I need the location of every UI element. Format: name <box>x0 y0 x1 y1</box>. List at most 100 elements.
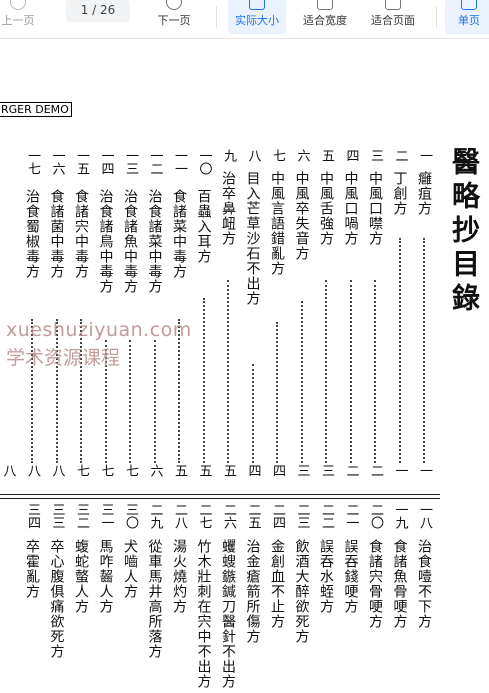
toc-entry-number: 三 <box>368 149 383 162</box>
toc-page-number: 八 <box>49 464 65 477</box>
page-indicator[interactable]: 1 / 26 <box>66 0 130 38</box>
fit-width-button[interactable]: 适合宽度 <box>296 0 354 38</box>
toc-entry-number: 二六 <box>221 503 236 529</box>
toc-entry-title: 中風口喎方 <box>342 171 359 246</box>
single-page-button[interactable]: 单页 <box>445 0 489 38</box>
toc-page-number: 一 <box>392 464 408 477</box>
toc-entry-title: 食諸魚骨哽方 <box>391 539 408 629</box>
single-page-label: 单页 <box>458 14 480 27</box>
actual-size-icon <box>249 0 265 10</box>
chevron-right-icon <box>166 0 182 10</box>
toc-entry-number: 二五 <box>245 503 261 529</box>
viewer-toolbar: 上一页 1 / 26 下一页 实际大小 适合宽度 适合页面 单页 <box>0 0 489 39</box>
fit-page-button[interactable]: 适合页面 <box>364 0 422 38</box>
toc-entry-title: 蠼螋鏃鍼刀醫針不出方 <box>220 539 236 689</box>
toc-entry-number: 二八 <box>172 503 187 529</box>
toc-entry-number: 一八 <box>417 503 432 529</box>
prev-page-button[interactable]: 上一页 <box>0 0 38 38</box>
toc-entry-title: 湯火燒灼方 <box>171 539 187 614</box>
toc-entry-title: 治食諸魚中毒方 <box>122 189 138 294</box>
toc-page-number: 三 <box>294 464 310 477</box>
page-total: 26 <box>100 3 116 17</box>
toc-entry-number: 一四 <box>98 149 114 175</box>
toc-entry-title: 治食諸菜中毒方 <box>146 189 163 294</box>
page-indicator-text: 1 / 26 <box>66 4 130 17</box>
toolbar-divider-2 <box>436 6 437 28</box>
toc-entry-number: 五 <box>319 149 334 162</box>
toc-page-number: 二 <box>343 464 359 477</box>
toc-entry-title: 卒心腹俱痛欲死方 <box>48 539 65 659</box>
watermark-text: 学术资源课程 <box>6 347 121 369</box>
toc-entry-title: 飲酒大醉欲死方 <box>293 539 310 644</box>
toc-page-number: 五 <box>221 464 236 477</box>
toc-entry-title: 食諸宍中毒方 <box>73 189 89 279</box>
toc-entry-number: 一九 <box>392 503 408 529</box>
toc-page-number: 五 <box>172 464 187 477</box>
prev-page-label: 上一页 <box>1 14 35 27</box>
toc-entry-title: 中風舌強方 <box>318 171 334 246</box>
toc-entry-number: 四 <box>343 149 359 162</box>
fit-page-icon <box>385 0 401 10</box>
toc-entry-title: 目入芒草沙石不出方 <box>244 171 261 306</box>
toc-page-number: 一 <box>417 464 432 477</box>
leader-dots <box>374 280 378 463</box>
leader-dots <box>251 364 256 463</box>
toc-entry-number: 一一 <box>172 149 187 175</box>
fit-width-icon <box>317 0 333 10</box>
toc-page-number: 八 <box>25 464 40 477</box>
toc-entry-title: 治金瘡箭所傷方 <box>244 539 261 644</box>
actual-size-button[interactable]: 实际大小 <box>228 0 286 38</box>
toc-entry-number: 三三 <box>49 503 65 529</box>
leader-dots <box>227 280 231 463</box>
watermark-url: xueshuziyuan.com <box>6 319 192 341</box>
toc-entry-title: 癰疽方 <box>416 171 432 216</box>
page-current[interactable]: 1 <box>81 3 89 17</box>
leader-dots <box>202 298 207 463</box>
toc-entry-title: 從車馬井高所落方 <box>146 539 163 659</box>
leader-dots <box>423 238 427 463</box>
toc-entry-title: 食諸宍骨哽方 <box>367 539 383 629</box>
toc-entry-title: 治食蜀椒毒方 <box>24 189 40 279</box>
toc-entry-number: 九 <box>221 149 236 162</box>
next-page-button[interactable]: 下一页 <box>154 0 194 38</box>
toc-entry-title: 金創血不止方 <box>269 539 285 629</box>
actual-size-label: 实际大小 <box>235 14 279 27</box>
toc-entry-number: 八 <box>245 149 261 162</box>
single-page-icon <box>461 0 477 10</box>
fit-page-label: 适合页面 <box>371 14 415 27</box>
page-separator: / <box>92 3 97 17</box>
toc-entry-title: 誤吞水蛭方 <box>318 539 334 614</box>
toc-page-number: 四 <box>245 464 261 477</box>
document-title: 醫略抄目錄 <box>448 147 481 317</box>
divider-line <box>0 494 440 495</box>
toc-entry-number: 三二 <box>74 503 89 529</box>
toc-entry-number: 二〇 <box>368 503 383 529</box>
toc-entry-title: 中風言語錯亂方 <box>269 171 285 276</box>
toc-entry-title: 食諸菜中毒方 <box>171 189 187 279</box>
toc-entry-title: 治食諸鳥中毒方 <box>97 189 114 294</box>
toc-entry-number: 六 <box>294 149 310 162</box>
toc-page-number: 三 <box>319 464 334 477</box>
toc-entry-title: 中風口噤方 <box>367 171 383 246</box>
toc-entry-title: 丁創方 <box>391 171 408 216</box>
toc-entry-number: 二一 <box>343 503 359 529</box>
toc-page-number: 七 <box>123 464 138 477</box>
toc-entry-title: 治卒鼻衄方 <box>220 171 236 246</box>
toc-entry-title: 卒霍亂方 <box>24 539 40 599</box>
toc-entry-title: 犬嚙人方 <box>122 539 138 599</box>
toc-entry-number: 一五 <box>74 149 89 175</box>
toc-entry-number: 三一 <box>98 503 114 529</box>
toc-entry-number: 二二 <box>319 503 334 529</box>
toc-entry-number: 一六 <box>49 149 65 175</box>
toc-entry-number: 三〇 <box>123 503 138 529</box>
document-page: RGER DEMO 醫略抄目錄 一癰疽方二丁創方三中風口噤方四中風口喎方五中風舌… <box>0 39 489 693</box>
toolbar-divider <box>216 6 217 28</box>
toc-page-number: 四 <box>270 464 285 477</box>
toc-entry-number: 二七 <box>196 503 212 529</box>
toc-page-number: 五 <box>196 464 212 477</box>
toc-entry-number: 一二 <box>147 149 163 175</box>
toc-entry-title: 治食噎不下方 <box>416 539 432 629</box>
toc-entry-title: 百蟲入耳方 <box>195 189 212 264</box>
toc-entry-number: 七 <box>270 149 285 162</box>
toc-entry-title: 誤吞錢哽方 <box>342 539 359 614</box>
